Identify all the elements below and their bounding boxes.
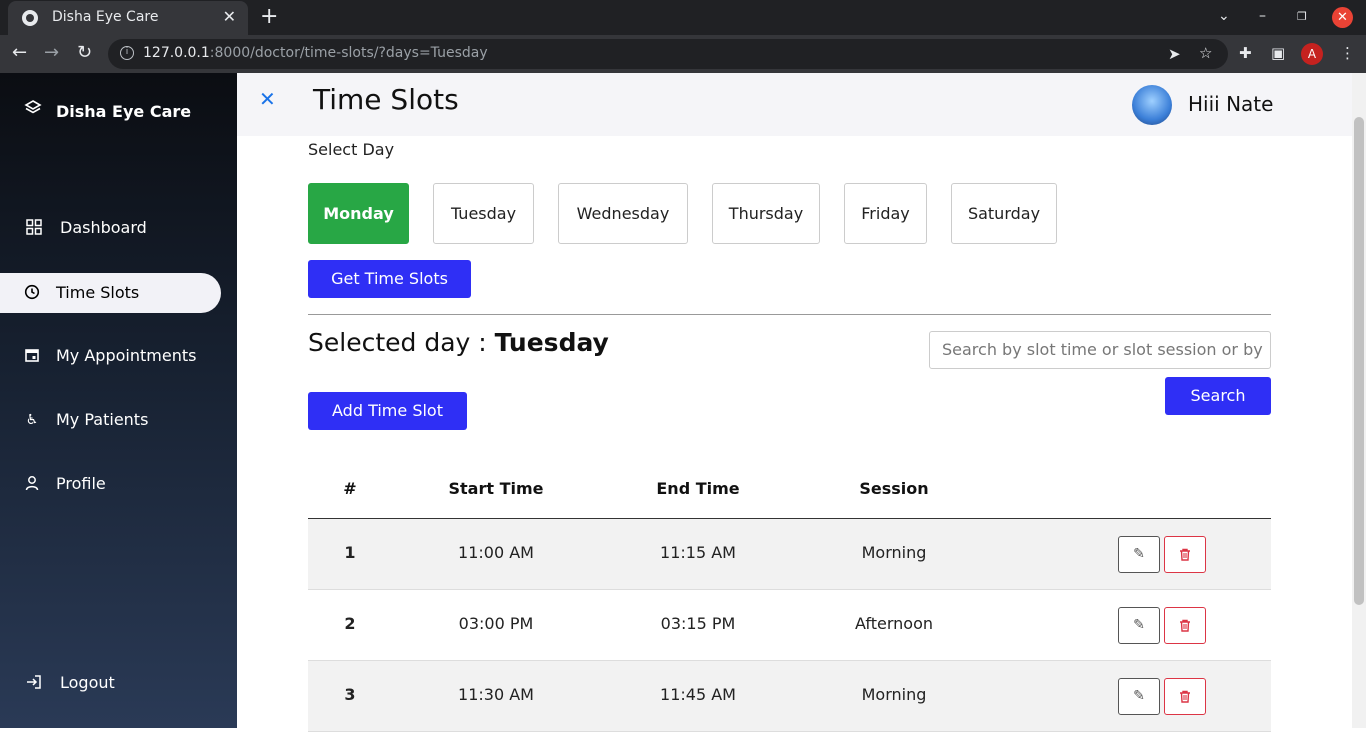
day-button-monday[interactable]: Monday (308, 183, 409, 244)
start-time: 11:00 AM (458, 543, 534, 562)
logout-icon (25, 674, 43, 692)
url-text: 127.0.0.1:8000/doctor/time-slots/?days=T… (143, 45, 488, 61)
session: Afternoon (855, 614, 933, 633)
day-button-saturday[interactable]: Saturday (951, 183, 1057, 244)
back-icon[interactable]: ← (12, 42, 27, 63)
extensions-icon[interactable]: ✚ (1239, 44, 1252, 62)
add-time-slot-button[interactable]: Add Time Slot (308, 392, 467, 430)
calendar-icon (23, 347, 41, 365)
page-title: Time Slots (313, 83, 459, 116)
logout-button[interactable]: Logout (0, 663, 221, 703)
day-button-thursday[interactable]: Thursday (712, 183, 820, 244)
sidebar-item-my-patients[interactable]: ♿ My Patients (0, 400, 221, 440)
clock-icon (23, 284, 41, 302)
day-button-wednesday[interactable]: Wednesday (558, 183, 688, 244)
brand[interactable]: Disha Eye Care (24, 99, 191, 121)
sidebar-item-my-appointments[interactable]: My Appointments (0, 336, 221, 376)
page-header: ✕ Time Slots Hiii Nate (237, 73, 1352, 136)
edit-button[interactable]: ✎ (1118, 536, 1160, 573)
sidebar: Disha Eye Care Dashboard Time Slots My A… (0, 73, 237, 728)
user-icon (23, 475, 41, 493)
column-header-session: Session (859, 479, 929, 498)
tab-close-icon[interactable]: ✕ (223, 7, 236, 26)
delete-button[interactable] (1164, 536, 1206, 573)
row-number: 3 (344, 685, 356, 704)
sidebar-item-label: My Patients (56, 410, 149, 429)
select-day-label: Select Day (308, 140, 395, 159)
get-time-slots-button[interactable]: Get Time Slots (308, 260, 471, 298)
table-row: 1 11:00 AM 11:15 AM Morning ✎ (308, 519, 1271, 590)
window-close-button[interactable]: ✕ (1332, 7, 1353, 28)
scrollbar-thumb[interactable] (1354, 117, 1364, 605)
row-number: 1 (344, 543, 356, 562)
column-header-start-time: Start Time (448, 479, 544, 498)
delete-button[interactable] (1164, 607, 1206, 644)
reload-icon[interactable]: ↻ (77, 42, 92, 63)
sidebar-item-label: Profile (56, 474, 106, 493)
divider (308, 314, 1271, 315)
session: Morning (861, 543, 927, 562)
day-button-friday[interactable]: Friday (844, 183, 927, 244)
site-info-icon[interactable]: i (120, 46, 134, 60)
trash-icon (1180, 619, 1190, 632)
close-icon[interactable]: ✕ (259, 87, 276, 111)
edit-button[interactable]: ✎ (1118, 678, 1160, 715)
edit-button[interactable]: ✎ (1118, 607, 1160, 644)
accessibility-icon: ♿ (25, 412, 39, 428)
globe-icon (22, 10, 38, 26)
sidebar-item-time-slots[interactable]: Time Slots (0, 273, 221, 313)
layers-icon (24, 99, 42, 121)
start-time: 11:30 AM (458, 685, 534, 704)
trash-icon (1180, 690, 1190, 703)
tab-search-icon[interactable]: ⌄ (1218, 8, 1230, 24)
selected-day-value: Tuesday (494, 328, 609, 357)
table-header: # Start Time End Time Session (308, 458, 1271, 519)
minimize-icon[interactable]: – (1259, 8, 1266, 24)
sidebar-item-label: Dashboard (60, 218, 147, 237)
side-panel-icon[interactable]: ▣ (1271, 44, 1285, 62)
grid-icon (25, 219, 43, 237)
selected-day-heading: Selected day : Tuesday (308, 328, 609, 357)
search-button[interactable]: Search (1165, 377, 1271, 415)
delete-button[interactable] (1164, 678, 1206, 715)
session: Morning (861, 685, 927, 704)
menu-kebab-icon[interactable]: ⋮ (1340, 44, 1355, 62)
bookmark-star-icon[interactable]: ☆ (1199, 44, 1212, 62)
table-row: 2 03:00 PM 03:15 PM Afternoon ✎ (308, 590, 1271, 661)
search-input[interactable]: Search by slot time or slot session or b… (929, 331, 1271, 369)
browser-toolbar: ← → ↻ i 127.0.0.1:8000/doctor/time-slots… (0, 35, 1366, 73)
pencil-icon: ✎ (1133, 688, 1145, 704)
logout-label: Logout (60, 673, 115, 692)
end-time: 11:45 AM (660, 685, 736, 704)
page-scrollbar[interactable] (1352, 73, 1366, 728)
tab-title: Disha Eye Care (52, 9, 159, 25)
trash-icon (1180, 548, 1190, 561)
day-button-tuesday[interactable]: Tuesday (433, 183, 534, 244)
new-tab-button[interactable]: + (260, 4, 278, 29)
restore-icon[interactable]: ❐ (1297, 10, 1307, 23)
avatar[interactable] (1132, 85, 1172, 125)
browser-tabbar: Disha Eye Care ✕ + ⌄ – ❐ ✕ (0, 0, 1366, 35)
send-icon[interactable]: ➤ (1168, 45, 1181, 63)
column-header-end-time: End Time (656, 479, 740, 498)
browser-tab[interactable]: Disha Eye Care ✕ (8, 1, 248, 35)
user-greeting: Hiii Nate (1188, 92, 1274, 116)
profile-avatar[interactable]: A (1301, 43, 1323, 65)
start-time: 03:00 PM (458, 614, 534, 633)
table-row: 3 11:30 AM 11:45 AM Morning ✎ (308, 661, 1271, 732)
address-bar[interactable]: i 127.0.0.1:8000/doctor/time-slots/?days… (108, 39, 1228, 69)
sidebar-item-label: Time Slots (56, 283, 140, 302)
end-time: 11:15 AM (660, 543, 736, 562)
column-header-number: # (343, 479, 357, 498)
end-time: 03:15 PM (660, 614, 736, 633)
sidebar-item-dashboard[interactable]: Dashboard (0, 208, 221, 248)
sidebar-item-label: My Appointments (56, 346, 197, 365)
forward-icon[interactable]: → (44, 42, 59, 63)
row-number: 2 (344, 614, 356, 633)
sidebar-item-profile[interactable]: Profile (0, 464, 221, 504)
pencil-icon: ✎ (1133, 617, 1145, 633)
main-content: ✕ Time Slots Hiii Nate Select Day Monday… (237, 73, 1352, 732)
pencil-icon: ✎ (1133, 546, 1145, 562)
brand-name: Disha Eye Care (56, 102, 192, 121)
